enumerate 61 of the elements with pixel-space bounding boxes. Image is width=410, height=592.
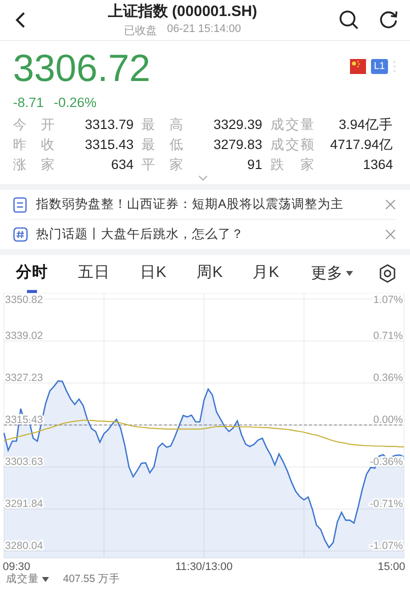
stat-value: 3.94亿手 [338,116,393,133]
market-status: 已收盘 [124,24,157,38]
level-badge: L1 [370,59,388,74]
stat-value: 3315.43 [84,136,134,153]
stat-value: 1364 [362,156,393,173]
axis-label: 0.71% [373,330,403,342]
stat-value: 3329.39 [212,116,262,133]
axis-label: 3350.82 [5,294,43,306]
axis-label: -0.71% [370,498,403,510]
axis-label: 3291.84 [5,498,43,510]
refresh-icon[interactable] [379,10,398,29]
more-tab[interactable]: 更多 [311,263,353,284]
hashtag-icon [13,226,28,242]
close-icon[interactable] [385,199,396,210]
stat-label: 最 高 [142,116,184,133]
chart-tab[interactable]: 日K [140,254,166,293]
stat-label: 跌 家 [270,156,314,173]
caret-icon [42,576,49,582]
index-price: 3306.72 [13,47,150,91]
search-icon[interactable] [339,10,359,30]
chart-tab[interactable]: 月K [252,254,280,293]
flag-icon [350,59,366,74]
volume-value: 407.55 万手 [63,572,120,586]
axis-label: 09:30 [2,561,30,572]
axis-label: 0.36% [373,372,403,384]
timestamp: 06-21 15:14:00 [166,23,241,37]
axis-label: -1.07% [370,540,403,552]
axis-label: 0.00% [373,414,403,426]
back-icon[interactable] [14,11,26,29]
axis-label: 3280.04 [5,540,43,552]
percent-change: -0.26% [54,95,97,110]
news-headline[interactable]: 指数弱势盘整！山西证券：短期A股将以震荡调整为主 [36,196,377,213]
axis-label: 11:30/13:00 [175,561,233,572]
settings-icon[interactable] [379,264,396,283]
price-change: -8.71 [13,95,44,110]
volume-selector[interactable]: 成交量 [6,572,49,586]
stat-label: 最 低 [142,136,184,153]
stat-label: 平 家 [142,156,184,173]
stat-label: 成交量 [270,116,314,133]
axis-label: 3339.02 [5,330,43,342]
news-headline[interactable]: 热门话题丨大盘午后跳水，怎么了？ [36,226,377,243]
stat-value: 91 [246,156,262,173]
page-title: 上证指数 (000001.SH) [108,2,258,21]
stat-label: 昨 收 [13,136,55,153]
caret-icon [346,271,353,276]
chart-tab[interactable]: 周K [196,254,223,293]
axis-label: 3303.63 [5,456,43,468]
stat-value: 3313.79 [84,116,134,133]
stat-label: 今 开 [13,116,55,133]
chart-tab[interactable]: 分时 [16,254,48,293]
document-icon [13,196,28,212]
stat-label: 涨 家 [13,156,55,173]
axis-label: 15:00 [378,561,406,572]
close-icon[interactable] [385,229,396,240]
stat-value: 634 [110,156,134,173]
axis-label: 3327.23 [5,372,43,384]
stat-value: 3279.83 [212,136,262,153]
stat-label: 成交额 [270,136,314,153]
axis-label: 1.07% [373,294,403,306]
stat-value: 4717.94亿 [329,136,393,153]
chart-tab[interactable]: 五日 [78,254,110,293]
